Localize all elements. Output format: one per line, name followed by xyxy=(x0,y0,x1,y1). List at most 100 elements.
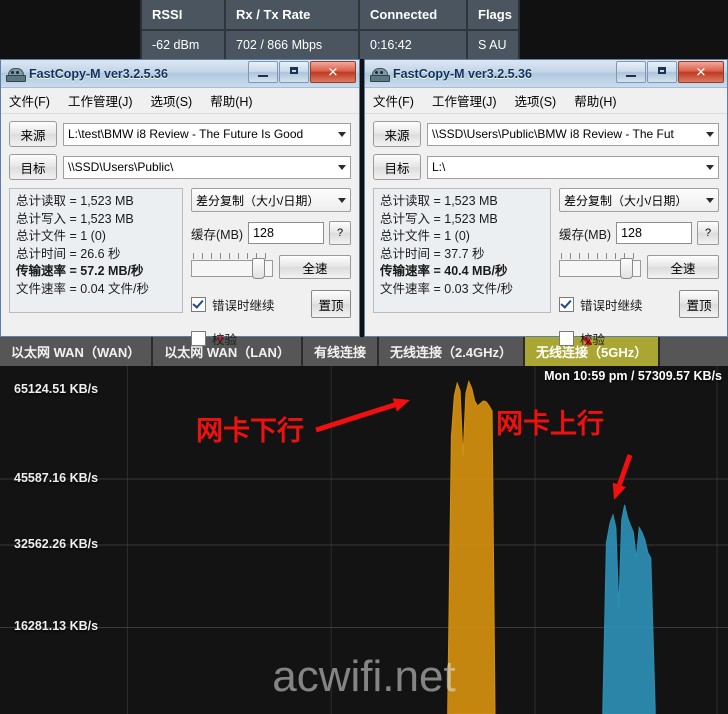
dest-row[interactable]: 目标 \\SSD\Users\Public\ xyxy=(9,154,351,180)
source-button[interactable]: 来源 xyxy=(9,121,57,147)
maximize-icon xyxy=(658,67,666,74)
menu-options[interactable]: 选项(S) xyxy=(515,91,557,110)
menu-bar[interactable]: 文件(F) 工作管理(J) 选项(S) 帮助(H) xyxy=(1,88,359,114)
close-icon: ✕ xyxy=(695,64,707,80)
window-title: FastCopy-M ver3.2.5.36 xyxy=(393,66,532,81)
dest-input[interactable]: L:\ xyxy=(427,155,719,179)
source-input[interactable]: \\SSD\Users\Public\BMW i8 Review - The F… xyxy=(427,122,719,146)
stats-and-options: 总计读取 = 1,523 MB 总计写入 = 1,523 MB 总计文件 = 1… xyxy=(9,188,351,348)
dest-button[interactable]: 目标 xyxy=(9,154,57,180)
statistics-panel: 总计读取 = 1,523 MB 总计写入 = 1,523 MB 总计文件 = 1… xyxy=(9,188,183,313)
maximize-button[interactable] xyxy=(279,61,309,83)
speed-slider[interactable] xyxy=(191,253,273,279)
speed-slider[interactable] xyxy=(559,253,641,279)
source-row[interactable]: 来源 \\SSD\Users\Public\BMW i8 Review - Th… xyxy=(373,121,719,147)
stat-transfer-rate: 传输速率 = 40.4 MB/秒 xyxy=(380,264,508,278)
buffer-label: 缓存(MB) xyxy=(559,227,612,242)
continue-on-error-checkbox[interactable] xyxy=(559,296,574,312)
stat-total-read: 总计读取 = 1,523 MB xyxy=(380,194,498,208)
dest-value: \\SSD\Users\Public\ xyxy=(68,160,174,174)
source-row[interactable]: 来源 L:\test\BMW i8 Review - The Future Is… xyxy=(9,121,351,147)
continue-on-error-row[interactable]: 错误时继续 置顶 xyxy=(191,290,351,318)
upload-annotation: 网卡上行 xyxy=(496,409,604,440)
title-bar[interactable]: FastCopy-M ver3.2.5.36 ✕ xyxy=(365,60,727,88)
download-annotation: 网卡下行 xyxy=(196,416,304,447)
verify-checkbox[interactable] xyxy=(559,331,574,346)
close-button[interactable]: ✕ xyxy=(678,61,724,83)
chevron-down-icon[interactable] xyxy=(338,164,346,170)
verify-row[interactable]: 校验 xyxy=(559,329,719,348)
chevron-down-icon[interactable] xyxy=(706,164,714,170)
window-title: FastCopy-M ver3.2.5.36 xyxy=(29,66,168,81)
verify-checkbox[interactable] xyxy=(191,331,206,346)
topmost-button[interactable]: 置顶 xyxy=(679,290,719,318)
verify-row[interactable]: 校验 xyxy=(191,329,351,348)
chevron-down-icon[interactable] xyxy=(706,131,714,137)
chevron-down-icon[interactable] xyxy=(338,197,346,203)
source-value: L:\test\BMW i8 Review - The Future Is Go… xyxy=(68,127,304,141)
y-axis-tick-3: 16281.13 KB/s xyxy=(14,619,99,634)
status-readout: Mon 10:59 pm / 57309.57 KB/s xyxy=(544,369,722,383)
fastcopy-icon xyxy=(6,65,26,83)
continue-on-error-checkbox[interactable] xyxy=(191,296,206,312)
dest-button[interactable]: 目标 xyxy=(373,154,421,180)
fastcopy-window-right[interactable]: FastCopy-M ver3.2.5.36 ✕ 文件(F) 工作管理(J) 选… xyxy=(364,59,728,347)
stat-transfer-rate: 传输速率 = 57.2 MB/秒 xyxy=(16,264,144,278)
dest-row[interactable]: 目标 L:\ xyxy=(373,154,719,180)
help-button[interactable]: ? xyxy=(697,221,719,245)
buffer-input[interactable]: 128 xyxy=(616,222,692,244)
source-button[interactable]: 来源 xyxy=(373,121,421,147)
cell-rate: 702 / 866 Mbps xyxy=(226,30,360,59)
speed-row: 全速 xyxy=(191,253,351,279)
chevron-down-icon[interactable] xyxy=(338,131,346,137)
menu-file[interactable]: 文件(F) xyxy=(9,91,50,110)
y-axis-tick-1: 45587.16 KB/s xyxy=(14,470,99,485)
help-button[interactable]: ? xyxy=(329,221,351,245)
slider-thumb[interactable] xyxy=(620,258,633,279)
menu-help[interactable]: 帮助(H) xyxy=(210,91,252,110)
menu-help[interactable]: 帮助(H) xyxy=(574,91,616,110)
y-axis-tick-2: 32562.26 KB/s xyxy=(14,536,99,551)
window-controls[interactable]: ✕ xyxy=(615,61,724,83)
maximize-button[interactable] xyxy=(647,61,677,83)
wifi-status-table: RSSI Rx / Tx Rate Connected Flags -62 dB… xyxy=(140,0,520,59)
menu-bar[interactable]: 文件(F) 工作管理(J) 选项(S) 帮助(H) xyxy=(365,88,727,114)
network-monitor: 以太网 WAN（WAN） 以太网 WAN（LAN） 有线连接 无线连接（2.4GHz）… xyxy=(0,337,728,714)
stats-and-options: 总计读取 = 1,523 MB 总计写入 = 1,523 MB 总计文件 = 1… xyxy=(373,188,719,348)
minimize-icon xyxy=(258,75,268,77)
menu-job-manage[interactable]: 工作管理(J) xyxy=(68,91,133,110)
slider-thumb[interactable] xyxy=(252,258,265,279)
copy-mode-select[interactable]: 差分复制（大小/日期） xyxy=(191,188,351,212)
verify-label: 校验 xyxy=(212,333,238,347)
title-bar[interactable]: FastCopy-M ver3.2.5.36 ✕ xyxy=(1,60,359,88)
stat-total-write: 总计写入 = 1,523 MB xyxy=(380,211,498,226)
menu-file[interactable]: 文件(F) xyxy=(373,91,414,110)
chevron-down-icon[interactable] xyxy=(706,197,714,203)
fastcopy-window-left[interactable]: FastCopy-M ver3.2.5.36 ✕ 文件(F) 工作管理(J) 选… xyxy=(0,59,360,347)
minimize-button[interactable] xyxy=(248,61,278,83)
stat-total-time: 总计时间 = 37.7 秒 xyxy=(380,246,485,261)
window-controls[interactable]: ✕ xyxy=(247,61,356,83)
stat-total-read: 总计读取 = 1,523 MB xyxy=(16,194,134,208)
cell-rssi: -62 dBm xyxy=(142,30,226,59)
topmost-button[interactable]: 置顶 xyxy=(311,290,351,318)
close-button[interactable]: ✕ xyxy=(310,61,356,83)
continue-on-error-row[interactable]: 错误时继续 置顶 xyxy=(559,290,719,318)
copy-mode-select[interactable]: 差分复制（大小/日期） xyxy=(559,188,719,212)
continue-on-error-label: 错误时继续 xyxy=(580,298,643,313)
stat-total-files: 总计文件 = 1 (0) xyxy=(16,229,106,243)
source-input[interactable]: L:\test\BMW i8 Review - The Future Is Go… xyxy=(63,122,351,146)
copy-mode-value: 差分复制（大小/日期） xyxy=(564,193,688,208)
dest-input[interactable]: \\SSD\Users\Public\ xyxy=(63,155,351,179)
menu-options[interactable]: 选项(S) xyxy=(151,91,193,110)
verify-label: 校验 xyxy=(580,333,606,347)
close-icon: ✕ xyxy=(327,64,339,80)
table-header-row: RSSI Rx / Tx Rate Connected Flags xyxy=(142,0,518,31)
minimize-button[interactable] xyxy=(616,61,646,83)
buffer-input[interactable]: 128 xyxy=(248,222,324,244)
buffer-label: 缓存(MB) xyxy=(191,227,244,242)
column-header-connected: Connected xyxy=(360,0,468,29)
full-speed-label: 全速 xyxy=(279,255,351,279)
buffer-row: 缓存(MB) 128 ? xyxy=(191,221,351,245)
menu-job-manage[interactable]: 工作管理(J) xyxy=(432,91,497,110)
